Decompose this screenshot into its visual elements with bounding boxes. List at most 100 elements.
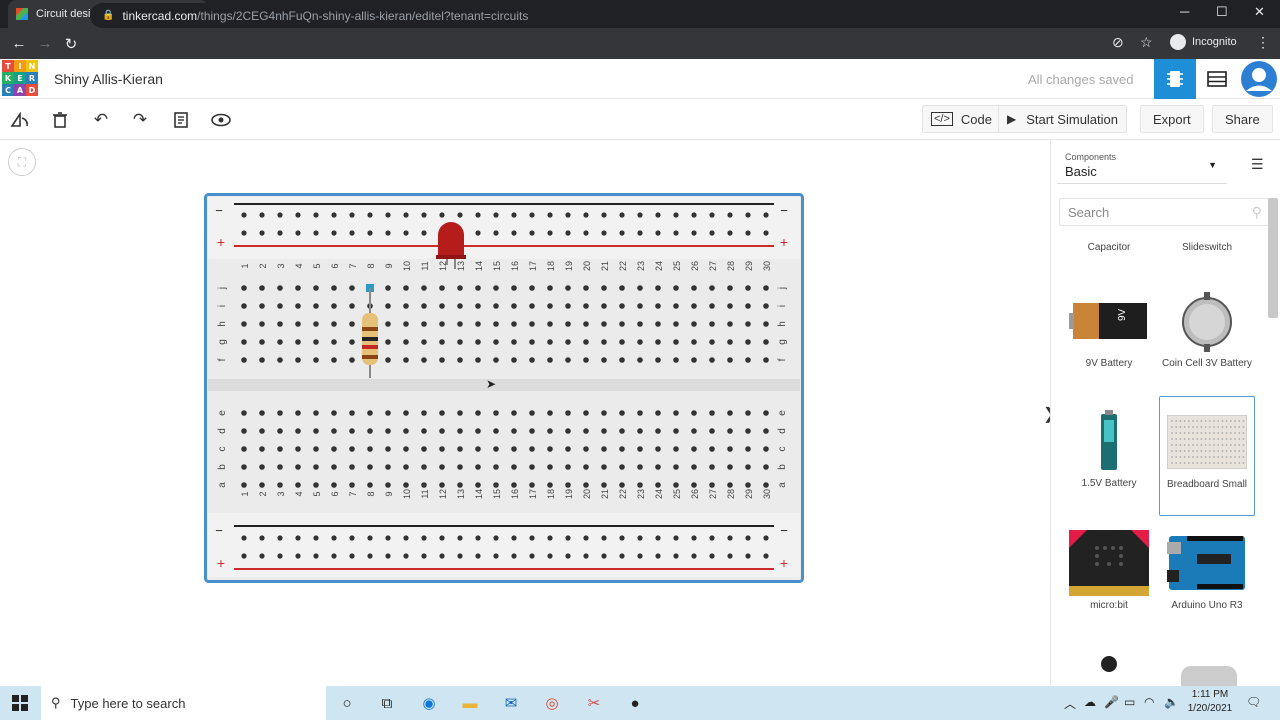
thumb-hole [1196, 462, 1199, 464]
task-view-icon[interactable]: ⧉ [376, 692, 398, 714]
rail-hole [691, 212, 697, 218]
tracking-blocked-icon[interactable]: ⊘ [1112, 34, 1124, 51]
visibility-icon[interactable] [208, 107, 234, 133]
thumb-hole [1175, 438, 1178, 440]
thumb-hole [1196, 456, 1199, 458]
edge-icon[interactable]: ◉ [418, 692, 440, 714]
cortana-icon[interactable]: ○ [336, 692, 358, 714]
project-title[interactable]: Shiny Allis-Kieran [54, 71, 163, 87]
component-capacitor[interactable]: Capacitor [1061, 242, 1157, 253]
rail-hole [295, 230, 301, 236]
delete-icon[interactable] [47, 107, 73, 133]
terminal-hole [313, 464, 319, 470]
terminal-hole [583, 339, 589, 345]
chrome-icon[interactable]: ◎ [541, 692, 563, 714]
column-number: 15 [492, 489, 502, 499]
schematic-view-button[interactable] [1196, 59, 1238, 99]
back-icon[interactable]: ← [6, 35, 32, 52]
taskbar-search-input[interactable]: ⚲ Type here to search [41, 686, 326, 720]
microphone-icon[interactable]: 🎤 [1104, 695, 1119, 709]
forward-icon[interactable]: → [32, 35, 58, 52]
component-9v-battery[interactable]: 9V 9V Battery [1061, 290, 1157, 369]
address-bar[interactable]: 🔒 tinkercad.com /things/2CEG4nhFuQn-shin… [90, 3, 1160, 28]
terminal-hole [529, 446, 535, 452]
component-1-5v-battery[interactable]: 1.5V Battery [1061, 410, 1157, 489]
component-coin-cell[interactable]: Coin Cell 3V Battery [1159, 290, 1255, 369]
snip-sketch-icon[interactable]: ✂ [583, 692, 605, 714]
thumb-hole [1208, 462, 1211, 464]
terminal-hole [511, 464, 517, 470]
wifi-icon[interactable]: ◠ [1144, 695, 1154, 709]
window-close-icon[interactable]: ✕ [1254, 4, 1265, 20]
terminal-hole [277, 482, 283, 488]
terminal-hole [403, 303, 409, 309]
terminal-hole [421, 321, 427, 327]
rail-hole [331, 230, 337, 236]
rotate-icon[interactable] [7, 107, 33, 133]
undo-icon[interactable]: ↶ [88, 107, 114, 133]
incognito-badge[interactable]: Incognito [1170, 34, 1237, 50]
export-button[interactable]: Export [1140, 105, 1204, 133]
user-avatar[interactable] [1238, 59, 1280, 99]
terminal-hole [655, 357, 661, 363]
minimize-icon[interactable]: ─ [1180, 4, 1189, 19]
component-microbit[interactable]: micro:bit [1061, 530, 1157, 611]
obs-icon[interactable]: ● [624, 692, 646, 714]
fit-view-icon[interactable]: ⛶ [8, 148, 36, 176]
terminal-hole [403, 428, 409, 434]
circuit-view-button[interactable] [1154, 59, 1196, 99]
terminal-hole [619, 410, 625, 416]
table-list-icon [1207, 71, 1227, 87]
component-label: micro:bit [1090, 600, 1128, 611]
terminal-hole [691, 428, 697, 434]
tinkercad-logo[interactable]: TINKERCAD [2, 60, 38, 96]
component-search-input[interactable]: Search ⚲ [1059, 198, 1271, 226]
terminal-hole [529, 410, 535, 416]
column-number: 18 [546, 489, 556, 499]
column-number: 4 [294, 491, 304, 496]
component-arduino-uno[interactable]: Arduino Uno R3 [1159, 532, 1255, 611]
terminal-hole [403, 446, 409, 452]
thumb-hole [1175, 444, 1178, 446]
list-view-icon[interactable]: ☰ [1251, 156, 1264, 173]
windows-start-icon[interactable] [0, 686, 40, 720]
notes-icon[interactable] [168, 107, 194, 133]
terminal-hole [475, 464, 481, 470]
terminal-hole [241, 464, 247, 470]
system-clock[interactable]: 1:11 PM 1/20/2021 [1185, 688, 1235, 716]
component-label: 1.5V Battery [1081, 478, 1137, 489]
component-slideswitch[interactable]: Slideswitch [1159, 242, 1255, 253]
maximize-icon[interactable]: ☐ [1216, 4, 1228, 20]
onedrive-icon[interactable]: ☁ [1084, 695, 1096, 709]
thumb-hole [1234, 444, 1236, 446]
volume-icon[interactable]: 🔈 [1164, 695, 1179, 709]
terminal-hole [421, 357, 427, 363]
show-hidden-icons-icon[interactable]: ︿ [1064, 695, 1076, 712]
terminal-hole [493, 285, 499, 291]
code-button[interactable]: </> Code [922, 105, 1001, 133]
components-dropdown[interactable]: Components Basic ▼ [1057, 148, 1227, 184]
thumb-hole [1171, 456, 1173, 458]
breadboard[interactable]: − −+ +− −+ +11223344556677889910101111121213… [204, 193, 804, 583]
reload-icon[interactable]: ↻ [58, 35, 84, 53]
terminal-hole [457, 285, 463, 291]
battery-icon[interactable]: ▭ [1124, 695, 1135, 709]
dropdown-value: Basic [1065, 164, 1097, 179]
mail-icon[interactable]: ✉ [500, 692, 522, 714]
share-button[interactable]: Share [1212, 105, 1273, 133]
thumb-hole [1204, 462, 1207, 464]
column-number: 22 [618, 261, 628, 271]
bookmark-star-icon[interactable]: ☆ [1140, 34, 1153, 51]
browser-menu-icon[interactable]: ⋮ [1256, 34, 1270, 51]
thumb-hole [1213, 420, 1215, 422]
terminal-hole [637, 464, 643, 470]
terminal-hole [673, 482, 679, 488]
panel-scrollbar[interactable] [1268, 198, 1278, 318]
notifications-icon[interactable]: 🗨 [1246, 695, 1261, 709]
file-explorer-icon[interactable]: ▬ [459, 692, 481, 714]
component-breadboard-small[interactable]: Breadboard Small [1159, 396, 1255, 516]
workplane-canvas[interactable]: ⛶ − − + + − − + +1 1 2 2 3 3 4 4 5 5 6 6 7 7 8 8 9 9 10 10 11 11 12 12… [0, 140, 1056, 686]
start-simulation-button[interactable]: ▶ Start Simulation [998, 105, 1127, 133]
redo-icon[interactable]: ↷ [127, 107, 153, 133]
rail-hole [673, 553, 679, 559]
